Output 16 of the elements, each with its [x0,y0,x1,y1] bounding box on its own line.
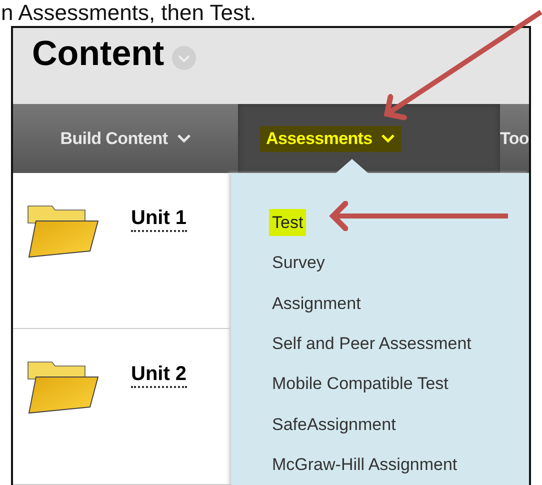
item-link[interactable]: Unit 1 [131,207,187,232]
instruction-text: n Assessments, then Test. [0,0,256,25]
item-link[interactable]: Unit 2 [131,363,187,388]
menu-item[interactable]: Assignment [269,284,364,324]
folder-icon [27,359,99,415]
menu-item[interactable]: SafeAssignment [269,404,399,445]
page-title: Content [32,34,164,74]
dropdown-icon[interactable] [172,46,196,70]
nav-tab[interactable]: Build Content [13,104,238,173]
menu-item[interactable]: Self and Peer Assessment [269,324,474,364]
menu-item[interactable]: McGraw-Hill Assignment [269,444,460,485]
menu-item[interactable]: Mobile Compatible Test [269,364,452,404]
menu-item[interactable]: Survey [269,243,328,284]
folder-icon [27,203,99,259]
nav-tab[interactable]: Too [500,104,529,173]
nav-tab[interactable]: Assessments [238,104,500,173]
